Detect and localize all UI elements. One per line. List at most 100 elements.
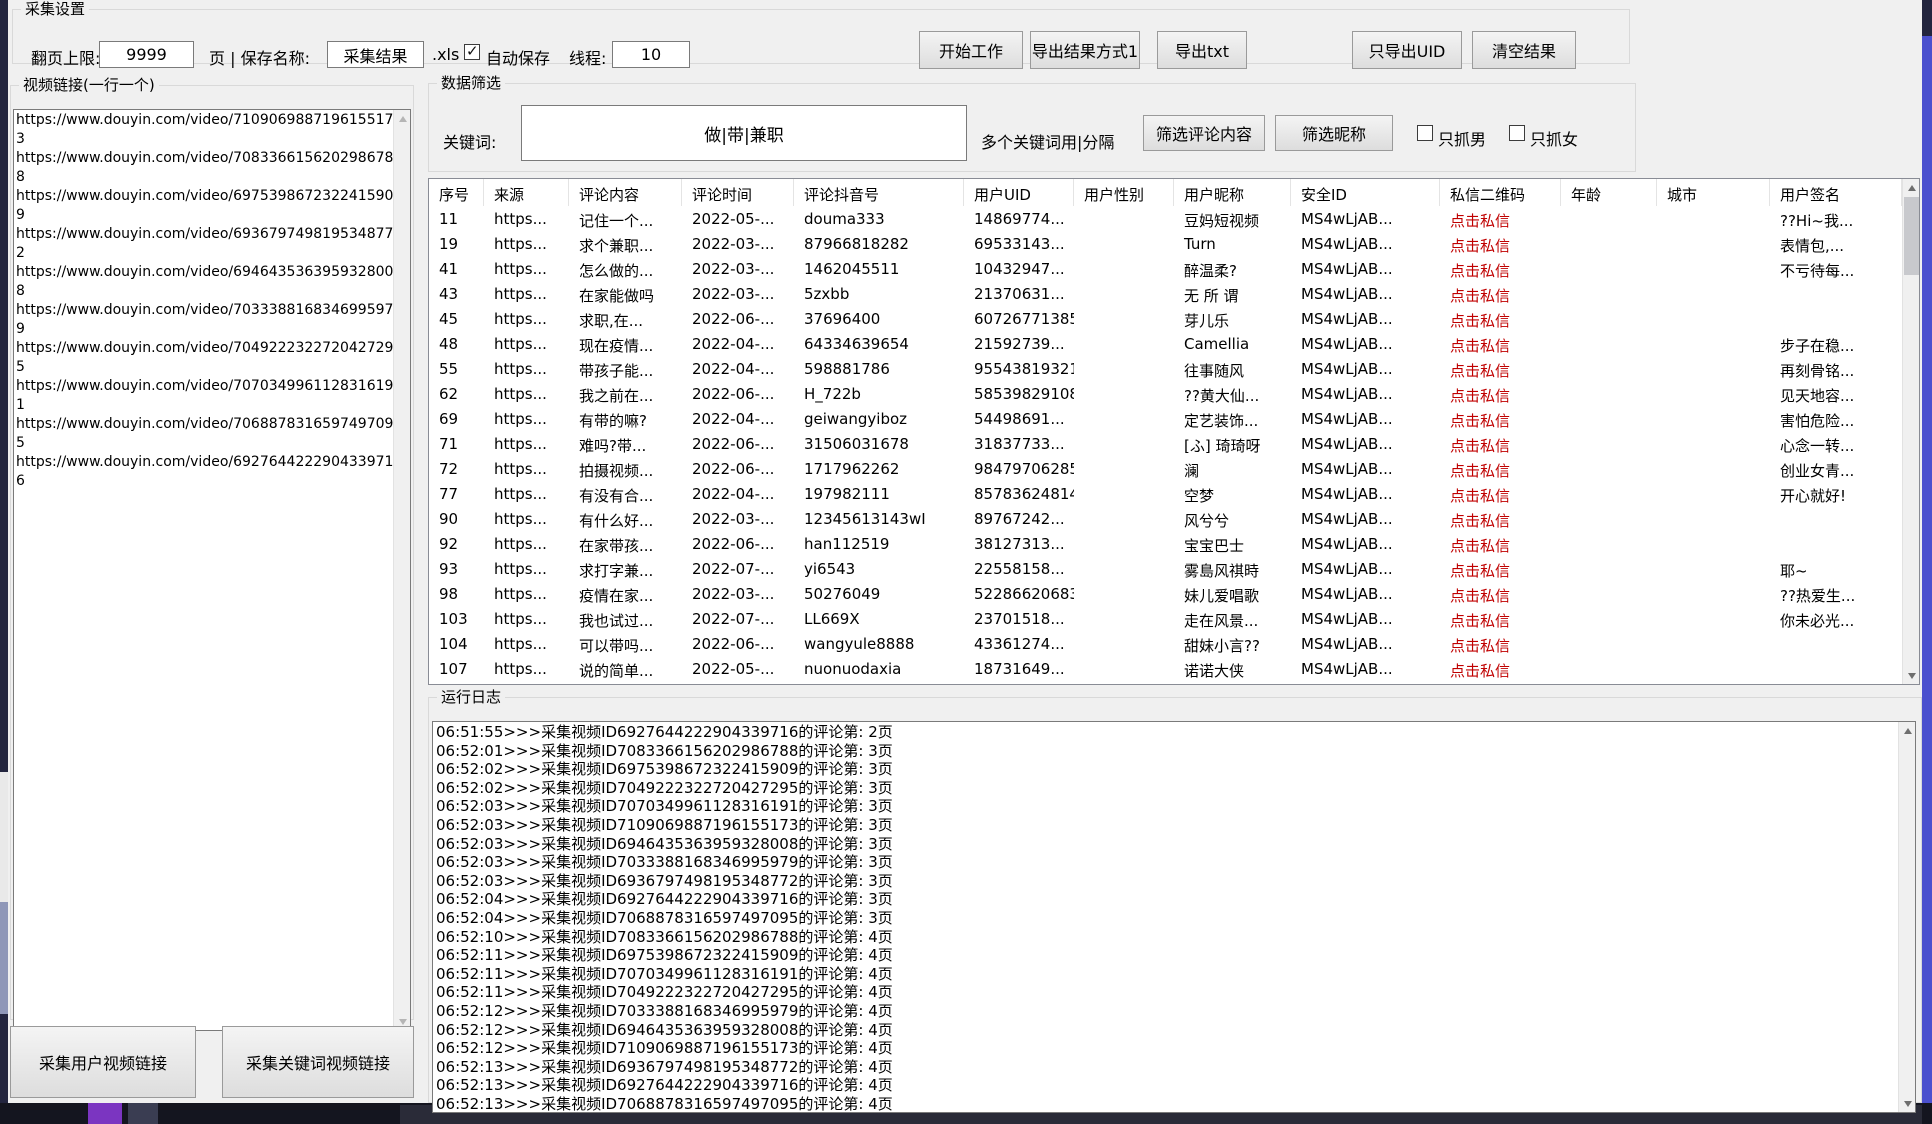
dm-link[interactable]: 点击私信: [1440, 306, 1561, 331]
cell-age: [1561, 356, 1657, 381]
dm-link[interactable]: 点击私信: [1440, 431, 1561, 456]
dm-link[interactable]: 点击私信: [1440, 656, 1561, 681]
table-row[interactable]: 103 https... 我也试过... 2022-07-... LL669X …: [429, 606, 1902, 631]
dm-link[interactable]: 点击私信: [1440, 531, 1561, 556]
header-cell[interactable]: 评论内容: [569, 179, 682, 206]
data-filter-label: 数据筛选: [437, 76, 505, 91]
dm-link[interactable]: 点击私信: [1440, 231, 1561, 256]
table-row[interactable]: 92 https... 在家带孩... 2022-06-... han11251…: [429, 531, 1902, 556]
table-row[interactable]: 11 https... 记住一个... 2022-05-... douma333…: [429, 206, 1902, 231]
table-row[interactable]: 45 https... 求职,在... 2022-06-... 37696400…: [429, 306, 1902, 331]
collect-user-videos-button[interactable]: 采集用户视频链接: [10, 1026, 196, 1098]
cell-gender: [1074, 281, 1174, 306]
scrollbar-down-button[interactable]: [1903, 667, 1920, 684]
scrollbar-up-button[interactable]: [1899, 722, 1916, 739]
dm-link[interactable]: 点击私信: [1440, 256, 1561, 281]
scrollbar-up-button[interactable]: [1903, 179, 1920, 196]
header-cell[interactable]: 来源: [484, 179, 569, 206]
dm-link[interactable]: 点击私信: [1440, 206, 1561, 231]
scrollbar-thumb[interactable]: [1904, 197, 1919, 275]
table-row[interactable]: 93 https... 求打字兼... 2022-07-... yi6543 2…: [429, 556, 1902, 581]
cell-gender: [1074, 256, 1174, 281]
cell-age: [1561, 281, 1657, 306]
table-row[interactable]: 62 https... 我之前在... 2022-06-... H_722b 5…: [429, 381, 1902, 406]
clear-results-button[interactable]: 清空结果: [1472, 31, 1576, 69]
female-only-checkbox[interactable]: [1509, 125, 1525, 141]
dm-link[interactable]: 点击私信: [1440, 681, 1561, 685]
taskbar-icon[interactable]: [128, 1103, 158, 1124]
filter-nickname-button[interactable]: 筛选昵称: [1275, 115, 1393, 151]
log-scrollbar[interactable]: [1898, 722, 1915, 1112]
filter-comment-button[interactable]: 筛选评论内容: [1143, 115, 1265, 151]
dm-link[interactable]: 点击私信: [1440, 506, 1561, 531]
taskbar-icon[interactable]: [88, 1103, 122, 1124]
dm-link[interactable]: 点击私信: [1440, 281, 1561, 306]
cell-comment: 有什么好...: [569, 506, 682, 531]
scrollbar-up-button[interactable]: [394, 110, 411, 127]
header-cell[interactable]: 用户昵称: [1174, 179, 1291, 206]
collect-keyword-videos-button[interactable]: 采集关键词视频链接: [222, 1026, 414, 1098]
save-name-input[interactable]: [327, 41, 424, 68]
dm-link[interactable]: 点击私信: [1440, 556, 1561, 581]
autosave-checkbox[interactable]: ✓: [464, 44, 480, 60]
video-links-textarea[interactable]: https://www.douyin.com/video/71090698871…: [13, 109, 411, 1031]
cell-comment: 现在疫情...: [569, 331, 682, 356]
header-cell[interactable]: 安全ID: [1291, 179, 1440, 206]
header-cell[interactable]: 用户签名: [1770, 179, 1902, 206]
dm-link[interactable]: 点击私信: [1440, 456, 1561, 481]
export-txt-button[interactable]: 导出txt: [1157, 31, 1247, 69]
table-row[interactable]: 77 https... 有没有合... 2022-04-... 19798211…: [429, 481, 1902, 506]
dm-link[interactable]: 点击私信: [1440, 581, 1561, 606]
dm-link[interactable]: 点击私信: [1440, 631, 1561, 656]
table-row[interactable]: 104 https... 可以带吗... 2022-06-... wangyul…: [429, 631, 1902, 656]
links-scrollbar[interactable]: [393, 110, 410, 1030]
cell-age: [1561, 406, 1657, 431]
cell-uid: 22558158...: [964, 556, 1074, 581]
table-row[interactable]: 107 https... 说的简单... 2022-05-... nuonuod…: [429, 656, 1902, 681]
table-row-partial[interactable]: https... 大家带?... 点击私信: [429, 681, 1902, 685]
table-scrollbar[interactable]: [1902, 179, 1919, 684]
table-row[interactable]: 98 https... 疫情在家... 2022-03-... 50276049…: [429, 581, 1902, 606]
export-uid-only-button[interactable]: 只导出UID: [1352, 31, 1462, 69]
male-only-checkbox[interactable]: [1417, 125, 1433, 141]
header-cell[interactable]: 序号: [429, 179, 484, 206]
table-row[interactable]: 72 https... 拍摄视频... 2022-06-... 17179622…: [429, 456, 1902, 481]
page-limit-input[interactable]: [99, 41, 194, 68]
table-row[interactable]: 19 https... 求个兼职... 2022-03-... 87966818…: [429, 231, 1902, 256]
video-link-line: https://www.douyin.com/video/70703499611…: [16, 377, 399, 415]
scrollbar-down-button[interactable]: [1899, 1095, 1916, 1112]
cell-gender: [1074, 381, 1174, 406]
header-cell[interactable]: 年龄: [1561, 179, 1657, 206]
dm-link[interactable]: 点击私信: [1440, 331, 1561, 356]
dm-link[interactable]: 点击私信: [1440, 606, 1561, 631]
header-cell[interactable]: 用户性别: [1074, 179, 1174, 206]
table-row[interactable]: 41 https... 怎么做的... 2022-03-... 14620455…: [429, 256, 1902, 281]
table-row[interactable]: 48 https... 现在疫情... 2022-04-... 64334639…: [429, 331, 1902, 356]
collection-settings-label: 采集设置: [21, 2, 89, 17]
cell-gender: [1074, 356, 1174, 381]
results-table[interactable]: 序号来源评论内容评论时间评论抖音号用户UID用户性别用户昵称安全ID私信二维码年…: [428, 178, 1920, 685]
header-cell[interactable]: 城市: [1657, 179, 1770, 206]
cell-signature: ??热爱生...: [1770, 581, 1902, 606]
table-row[interactable]: 90 https... 有什么好... 2022-03-... 12345613…: [429, 506, 1902, 531]
dm-link[interactable]: 点击私信: [1440, 381, 1561, 406]
dm-link[interactable]: 点击私信: [1440, 406, 1561, 431]
thread-input[interactable]: [612, 41, 690, 68]
cell-age: [1561, 606, 1657, 631]
cell-sec-id: MS4wLjAB...: [1291, 356, 1440, 381]
dm-link[interactable]: 点击私信: [1440, 356, 1561, 381]
table-row[interactable]: 71 https... 难吗?带... 2022-06-... 31506031…: [429, 431, 1902, 456]
table-row[interactable]: 43 https... 在家能做吗 2022-03-... 5zxbb 2137…: [429, 281, 1902, 306]
table-row[interactable]: 55 https... 带孩子能... 2022-04-... 59888178…: [429, 356, 1902, 381]
cell-nickname: 走在风景...: [1174, 606, 1291, 631]
keyword-input[interactable]: [521, 105, 967, 161]
start-work-button[interactable]: 开始工作: [919, 31, 1023, 69]
header-cell[interactable]: 评论抖音号: [794, 179, 964, 206]
table-row[interactable]: 69 https... 有带的嘛? 2022-04-... geiwangyib…: [429, 406, 1902, 431]
export-method1-button[interactable]: 导出结果方式1: [1030, 31, 1140, 69]
dm-link[interactable]: 点击私信: [1440, 481, 1561, 506]
header-cell[interactable]: 评论时间: [682, 179, 794, 206]
run-log-box[interactable]: 06:51:55>>>采集视频ID6927644222904339716的评论第…: [432, 721, 1916, 1113]
header-cell[interactable]: 用户UID: [964, 179, 1074, 206]
header-cell[interactable]: 私信二维码: [1440, 179, 1561, 206]
